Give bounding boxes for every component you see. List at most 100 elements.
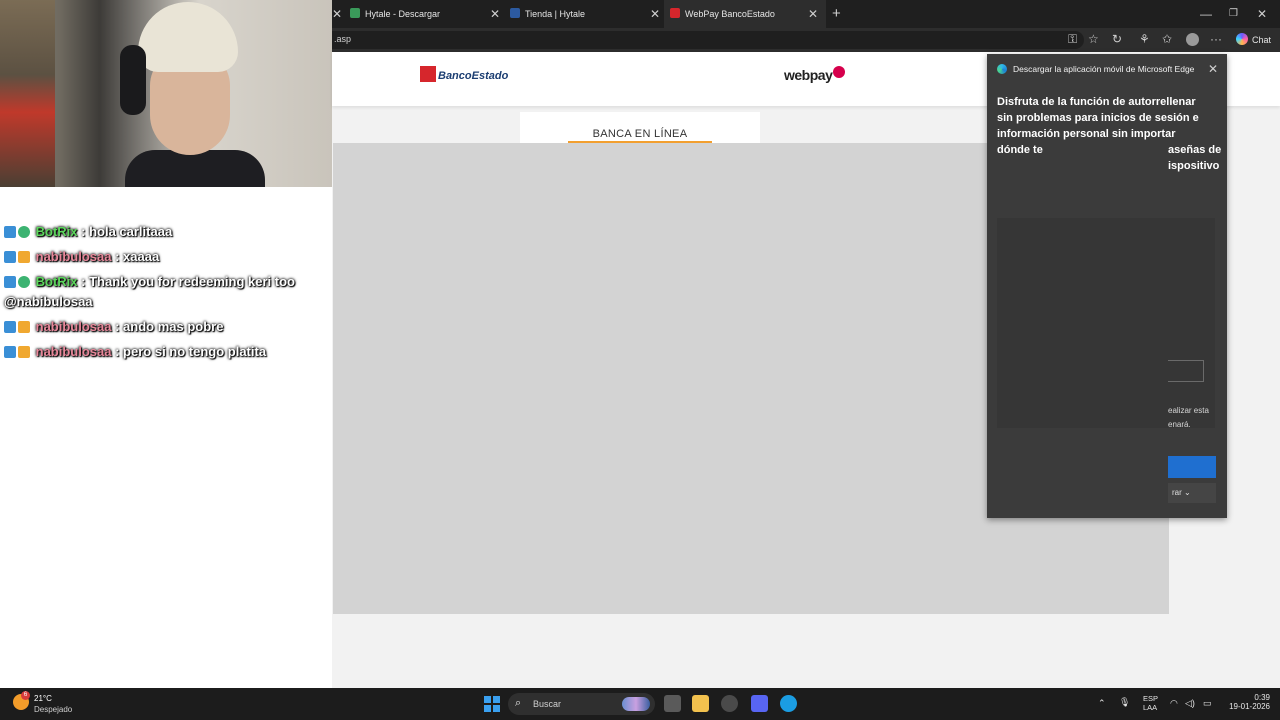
chat-username: nabibulosaa bbox=[35, 249, 112, 264]
webcam-background-shelf bbox=[0, 0, 55, 187]
refresh-icon[interactable]: ↻ bbox=[1112, 32, 1122, 46]
popup-body-line: ispositivo bbox=[1168, 160, 1220, 172]
webcam-person-shirt bbox=[125, 150, 265, 187]
more-options-icon[interactable]: ··· bbox=[1210, 32, 1222, 46]
chat-text: : pero si no tengo platita bbox=[115, 344, 267, 359]
copilot-chat-button[interactable]: Chat bbox=[1230, 30, 1277, 50]
copilot-icon bbox=[1236, 33, 1248, 45]
webpay-logo: webpay bbox=[784, 66, 846, 83]
tab-favicon-icon bbox=[510, 8, 520, 18]
edge-taskbar-icon[interactable] bbox=[780, 695, 797, 712]
platform-badge-icon bbox=[4, 346, 16, 358]
microphone-icon[interactable]: 🎙 bbox=[1119, 697, 1130, 708]
webcam-headphone bbox=[120, 45, 146, 115]
webpay-logo-text: webpay bbox=[784, 67, 833, 83]
popup-input-field[interactable] bbox=[1168, 360, 1204, 382]
platform-badge-icon bbox=[4, 251, 16, 263]
platform-badge-icon bbox=[4, 321, 16, 333]
webcam-person-hair bbox=[138, 2, 238, 72]
favorites-icon[interactable]: ✩ bbox=[1162, 32, 1172, 46]
stream-chat: BotRix : hola carlitaaa nabibulosaa : xa… bbox=[0, 222, 332, 367]
language-code: ESP bbox=[1143, 694, 1159, 703]
chat-text: : hola carlitaaa bbox=[81, 224, 173, 239]
tab-favicon-icon bbox=[350, 8, 360, 18]
favorite-star-icon[interactable]: ☆ bbox=[1088, 32, 1099, 46]
bancoestado-mark-icon bbox=[420, 66, 436, 82]
obs-icon[interactable] bbox=[721, 695, 738, 712]
card-title: BANCA EN LÍNEA bbox=[592, 128, 688, 140]
language-indicator[interactable]: ESP LAA bbox=[1143, 694, 1158, 712]
tab-close-icon[interactable]: ✕ bbox=[650, 0, 660, 28]
chat-username: nabibulosaa bbox=[35, 319, 112, 334]
popup-secondary-button[interactable]: rar ⌄ bbox=[1168, 483, 1216, 503]
tray-overflow-icon[interactable]: ⌃ bbox=[1098, 698, 1106, 709]
subscriber-badge-icon bbox=[18, 321, 30, 333]
chevron-down-icon: ⌄ bbox=[1184, 488, 1191, 497]
tab-close-icon[interactable]: ✕ bbox=[490, 0, 500, 28]
edge-icon bbox=[997, 64, 1007, 74]
verified-badge-icon bbox=[18, 276, 30, 288]
file-explorer-icon[interactable] bbox=[692, 695, 709, 712]
keyboard-layout: LAA bbox=[1143, 703, 1158, 712]
search-icon: ⌕ bbox=[515, 697, 522, 709]
popup-body-line: aseñas de bbox=[1168, 144, 1222, 156]
popup-header-text: Descargar la aplicación móvil de Microso… bbox=[1013, 64, 1195, 74]
popup-body-partial: aseñas de ispositivo bbox=[1168, 142, 1221, 174]
battery-icon[interactable]: ▭ bbox=[1203, 698, 1212, 709]
profile-avatar[interactable] bbox=[1186, 33, 1199, 46]
chat-message: BotRix : Thank you for redeeming keri to… bbox=[0, 272, 332, 312]
popup-header: Descargar la aplicación móvil de Microso… bbox=[997, 64, 1194, 74]
minimize-icon[interactable]: — bbox=[1200, 0, 1212, 28]
restore-icon[interactable]: ❐ bbox=[1229, 0, 1238, 28]
bancoestado-logo-text: BancoEstado bbox=[438, 70, 509, 82]
subscriber-badge-icon bbox=[18, 251, 30, 263]
chat-button-label: Chat bbox=[1252, 35, 1272, 45]
tab-label: Tienda | Hytale bbox=[525, 9, 586, 19]
search-highlight-art bbox=[622, 697, 650, 711]
platform-badge-icon bbox=[4, 276, 16, 288]
chat-username: BotRix bbox=[35, 274, 78, 289]
weather-badge: 6 bbox=[21, 691, 30, 700]
new-tab-icon[interactable]: + bbox=[832, 0, 841, 28]
tab-tienda-hytale[interactable]: Tienda | Hytale bbox=[510, 0, 650, 28]
tab-webpay-bancoestado[interactable]: WebPay BancoEstado bbox=[664, 0, 826, 28]
clock-date: 19-01-2026 bbox=[1229, 702, 1270, 711]
chat-message: nabibulosaa : ando mas pobre bbox=[0, 317, 332, 337]
discord-icon[interactable] bbox=[751, 695, 768, 712]
address-bar[interactable] bbox=[332, 31, 1084, 49]
chat-message: BotRix : hola carlitaaa bbox=[0, 222, 332, 242]
clock[interactable]: 0:39 19-01-2026 bbox=[1228, 693, 1270, 711]
task-view-icon[interactable] bbox=[664, 695, 681, 712]
webcam-feed bbox=[0, 0, 332, 187]
weather-description: Despejado bbox=[34, 705, 73, 714]
popup-close-icon[interactable]: ✕ bbox=[1208, 62, 1218, 76]
windows-start-icon[interactable] bbox=[484, 696, 500, 712]
popup-primary-button[interactable] bbox=[1168, 456, 1216, 478]
tab-favicon-icon bbox=[670, 8, 680, 18]
search-placeholder: Buscar bbox=[533, 699, 562, 709]
chat-text: : xaaaa bbox=[115, 249, 160, 264]
popup-secondary-button-label: rar bbox=[1172, 488, 1182, 497]
tab-hytale-descargar[interactable]: Hytale - Descargar bbox=[350, 0, 490, 28]
verified-badge-icon bbox=[18, 226, 30, 238]
subscriber-badge-icon bbox=[18, 346, 30, 358]
clock-time: 0:39 bbox=[1254, 693, 1270, 702]
chat-text: : ando mas pobre bbox=[115, 319, 224, 334]
key-icon[interactable]: ⚿ bbox=[1068, 32, 1077, 47]
popup-inner-panel bbox=[997, 218, 1215, 428]
volume-icon[interactable]: ◁) bbox=[1185, 698, 1195, 709]
extensions-icon[interactable]: ⚘ bbox=[1139, 32, 1150, 46]
tab-close-icon[interactable]: ✕ bbox=[808, 0, 818, 28]
address-bar-text: .asp bbox=[334, 34, 352, 44]
close-window-icon[interactable]: ✕ bbox=[1257, 0, 1267, 28]
chat-username: nabibulosaa bbox=[35, 344, 112, 359]
chat-username: BotRix bbox=[35, 224, 78, 239]
tab-close-icon[interactable]: ✕ bbox=[332, 0, 342, 28]
popup-small-line: ealizar esta bbox=[1168, 406, 1209, 415]
webpay-mark-icon bbox=[833, 66, 846, 78]
wifi-icon[interactable]: ◠ bbox=[1170, 698, 1178, 709]
popup-small-line: enará. bbox=[1168, 420, 1191, 429]
popup-small-text: ealizar esta enará. bbox=[1168, 404, 1218, 432]
weather-temperature: 21°C bbox=[34, 694, 52, 703]
bancoestado-logo[interactable]: BancoEstado bbox=[420, 66, 508, 82]
